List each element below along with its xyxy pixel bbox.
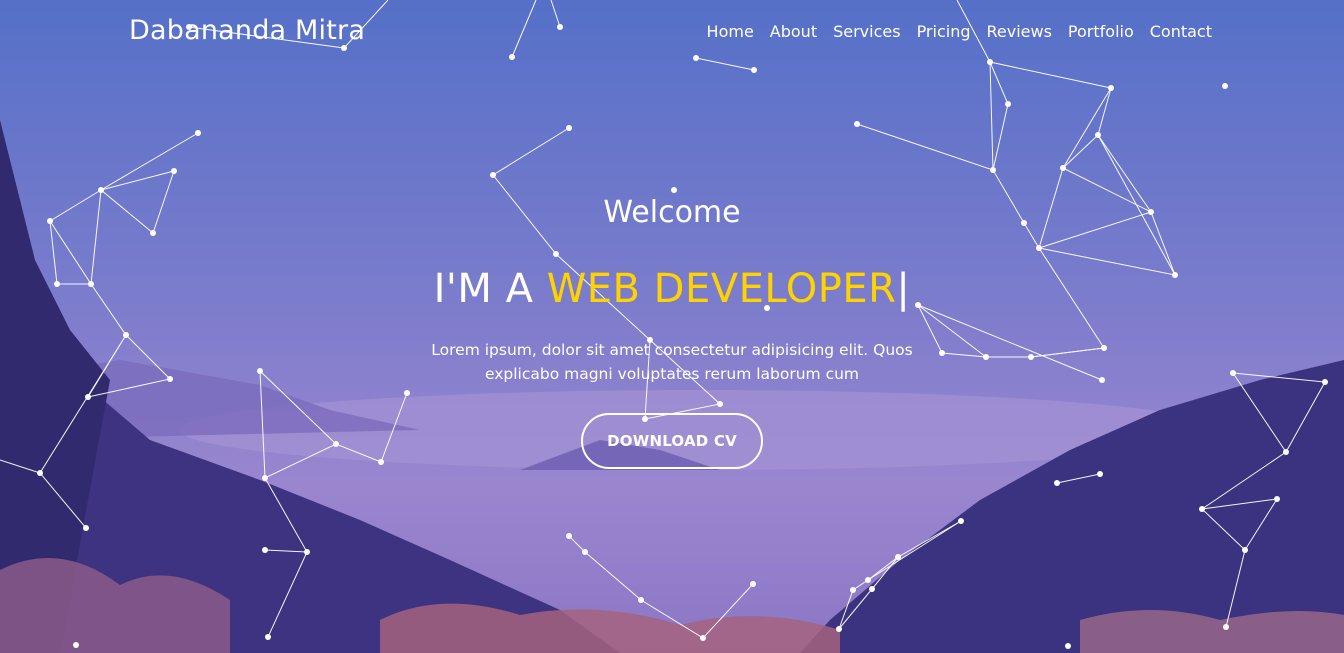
nav-home[interactable]: Home <box>707 22 754 41</box>
hero-welcome: Welcome <box>603 195 741 230</box>
typing-cursor: | <box>896 266 911 312</box>
download-cv-button[interactable]: DOWNLOAD CV <box>581 413 763 469</box>
headline-role: WEB DEVELOPER <box>546 266 897 312</box>
nav-pricing[interactable]: Pricing <box>917 22 971 41</box>
headline-prefix: I'M A <box>433 266 547 312</box>
hero-description: Lorem ipsum, dolor sit amet consectetur … <box>431 341 913 383</box>
nav-contact[interactable]: Contact <box>1150 22 1212 41</box>
main-nav: Home About Services Pricing Reviews Port… <box>707 22 1212 41</box>
nav-reviews[interactable]: Reviews <box>987 22 1052 41</box>
hero-section: Welcome I'M A WEB DEVELOPER| Lorem ipsum… <box>0 195 1344 469</box>
nav-about[interactable]: About <box>770 22 817 41</box>
nav-portfolio[interactable]: Portfolio <box>1068 22 1134 41</box>
nav-services[interactable]: Services <box>833 22 900 41</box>
site-brand-logo[interactable]: Dabananda Mitra <box>129 15 365 46</box>
hero-headline: I'M A WEB DEVELOPER| <box>0 266 1344 312</box>
